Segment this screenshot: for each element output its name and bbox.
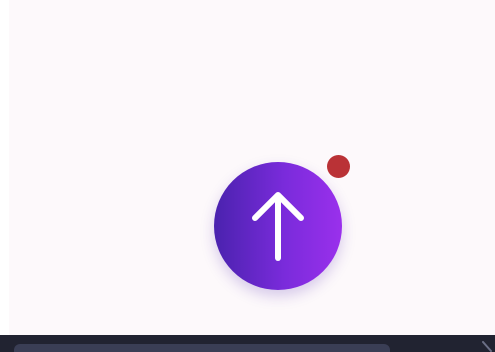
bottom-bar: [0, 335, 495, 352]
scroll-to-top-button[interactable]: [214, 162, 342, 290]
arrow-up-icon: [252, 192, 304, 261]
notification-dot: [327, 155, 350, 178]
bottom-scrollbar-track[interactable]: [14, 344, 390, 352]
left-edge-strip: [0, 0, 9, 335]
resize-handle-icon[interactable]: [482, 341, 492, 352]
